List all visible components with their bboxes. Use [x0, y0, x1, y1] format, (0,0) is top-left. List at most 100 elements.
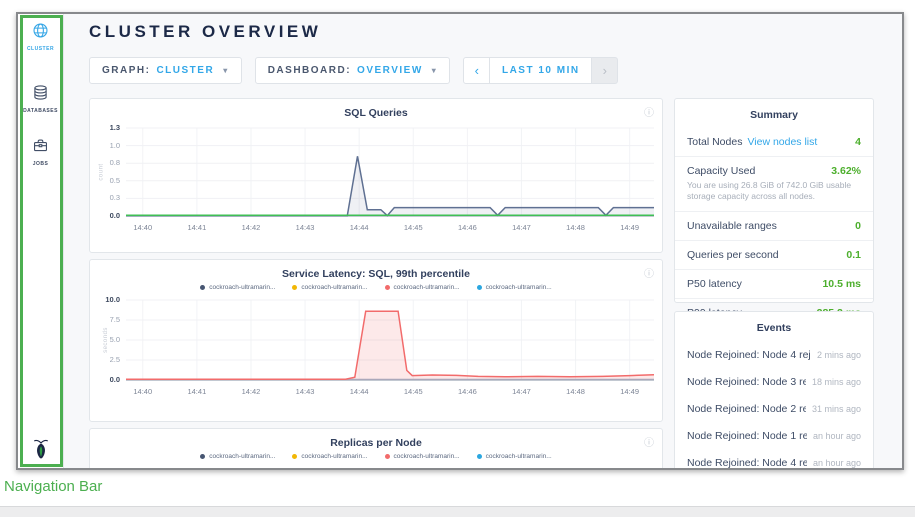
legend-dot: [292, 454, 297, 459]
info-icon[interactable]: ⓘ: [644, 104, 654, 119]
x-tick: 14:42: [242, 223, 261, 232]
graph-dropdown-value: CLUSTER: [156, 65, 214, 76]
sql-queries-plot: [126, 124, 654, 220]
time-range-value[interactable]: LAST 10 MIN: [490, 57, 591, 84]
globe-icon: [32, 22, 49, 44]
legend-dot: [200, 454, 205, 459]
summary-row-total-nodes: Total NodesView nodes list 4: [675, 128, 873, 156]
event-row: Node Rejoined: Node 2 rej... 31 mins ago: [675, 395, 873, 422]
sidebar-item-databases[interactable]: DATABASES: [18, 84, 63, 114]
x-tick: 14:40: [133, 387, 152, 396]
sidebar-item-cluster[interactable]: CLUSTER: [18, 22, 63, 52]
chart-legend: cockroach-ultramarin... cockroach-ultram…: [90, 453, 662, 460]
x-tick: 14:46: [458, 223, 477, 232]
bottom-strip: [0, 506, 915, 517]
sidebar-item-label: JOBS: [33, 161, 49, 167]
x-tick: 14:48: [566, 387, 585, 396]
legend-dot: [385, 454, 390, 459]
chevron-down-icon: ▾: [223, 66, 229, 75]
y-axis-labels: 10.0 7.5 5.0 2.5 0.0: [96, 296, 126, 384]
chevron-left-icon: ‹: [475, 63, 479, 78]
charts-column: SQL Queries ⓘ count 1.3 1.0 0.8 0.5 0.3 …: [89, 98, 663, 468]
y-tick: 0.5: [110, 177, 120, 185]
y-tick: 1.0: [110, 142, 120, 150]
legend-dot: [385, 285, 390, 290]
service-latency-plot: [126, 296, 654, 384]
main-content: CLUSTER OVERVIEW GRAPH: CLUSTER ▾ DASHBO…: [64, 14, 902, 468]
y-tick: 0.8: [110, 159, 120, 167]
event-row: Node Rejoined: Node 3 rej... 18 mins ago: [675, 368, 873, 395]
x-tick: 14:45: [404, 223, 423, 232]
x-tick: 14:41: [187, 387, 206, 396]
controls-bar: GRAPH: CLUSTER ▾ DASHBOARD: OVERVIEW ▾ ‹…: [89, 57, 902, 84]
y-tick: 0.0: [110, 376, 120, 384]
summary-row-capacity-used: Capacity Used 3.62% You are using 26.8 G…: [675, 156, 873, 211]
summary-panel: Summary Total NodesView nodes list 4 Cap…: [674, 98, 874, 303]
x-tick: 14:47: [512, 387, 531, 396]
x-tick: 14:49: [620, 223, 639, 232]
x-tick: 14:49: [620, 387, 639, 396]
x-tick: 14:46: [458, 387, 477, 396]
event-row: Node Rejoined: Node 1 rej... an hour ago: [675, 422, 873, 449]
x-tick: 14:41: [187, 223, 206, 232]
y-tick: 0.3: [110, 194, 120, 202]
capacity-used-subtext: You are using 26.8 GiB of 742.0 GiB usab…: [687, 180, 861, 203]
legend-dot: [292, 285, 297, 290]
database-icon: [32, 84, 49, 106]
page-title: CLUSTER OVERVIEW: [89, 22, 902, 42]
x-tick: 14:43: [296, 387, 315, 396]
legend-dot: [200, 285, 205, 290]
dashboard-dropdown[interactable]: DASHBOARD: OVERVIEW ▾: [255, 57, 451, 84]
x-tick: 14:45: [404, 387, 423, 396]
y-tick: 5.0: [110, 336, 120, 344]
event-row: Node Rejoined: Node 4 rej... an hour ago: [675, 449, 873, 468]
chart-title: SQL Queries: [90, 99, 662, 119]
x-axis-labels: 14:40 14:41 14:42 14:43 14:44 14:45 14:4…: [126, 221, 654, 235]
y-tick: 10.0: [105, 296, 120, 304]
y-tick: 0.0: [110, 212, 120, 220]
x-tick: 14:44: [350, 387, 369, 396]
graph-dropdown-label: GRAPH:: [102, 65, 150, 76]
x-tick: 14:44: [350, 223, 369, 232]
y-axis-unit: seconds: [103, 327, 109, 353]
sidebar-item-jobs[interactable]: JOBS: [18, 137, 63, 167]
y-tick: 7.5: [110, 316, 120, 324]
briefcase-icon: [32, 137, 49, 159]
y-tick: 2.5: [110, 356, 120, 364]
chevron-down-icon: ▾: [432, 66, 438, 75]
dashboard-dropdown-value: OVERVIEW: [357, 65, 423, 76]
right-panel: Summary Total NodesView nodes list 4 Cap…: [674, 98, 874, 468]
chevron-right-icon: ›: [603, 63, 607, 78]
legend-dot: [477, 285, 482, 290]
screenshot-canvas: CLUSTER DATABASES: [0, 0, 915, 517]
time-range-control: ‹ LAST 10 MIN ›: [463, 57, 618, 84]
legend-item: cockroach-ultramarin...: [200, 284, 275, 291]
cockroachdb-logo[interactable]: [18, 437, 63, 461]
time-prev-button[interactable]: ‹: [463, 57, 490, 84]
info-icon[interactable]: ⓘ: [644, 265, 654, 280]
x-tick: 14:40: [133, 223, 152, 232]
chart-legend: cockroach-ultramarin... cockroach-ultram…: [90, 284, 662, 291]
annotation-label: Navigation Bar: [4, 478, 102, 495]
legend-item: cockroach-ultramarin...: [292, 284, 367, 291]
legend-item: cockroach-ultramarin...: [385, 453, 460, 460]
time-next-button[interactable]: ›: [591, 57, 618, 84]
legend-item: cockroach-ultramarin...: [292, 453, 367, 460]
y-tick: 1.3: [110, 124, 120, 132]
summary-title: Summary: [675, 99, 873, 128]
app-window: CLUSTER DATABASES: [16, 12, 904, 470]
events-title: Events: [675, 312, 873, 341]
sidebar-item-label: DATABASES: [23, 108, 58, 114]
event-row: Node Rejoined: Node 4 rej... 2 mins ago: [675, 341, 873, 368]
legend-item: cockroach-ultramarin...: [200, 453, 275, 460]
x-tick: 14:43: [296, 223, 315, 232]
x-axis-labels: 14:40 14:41 14:42 14:43 14:44 14:45 14:4…: [126, 385, 654, 399]
view-nodes-list-link[interactable]: View nodes list: [747, 136, 817, 148]
graph-dropdown[interactable]: GRAPH: CLUSTER ▾: [89, 57, 242, 84]
y-axis-unit: count: [99, 163, 105, 180]
navigation-sidebar: CLUSTER DATABASES: [18, 14, 64, 468]
x-tick: 14:47: [512, 223, 531, 232]
legend-dot: [477, 454, 482, 459]
info-icon[interactable]: ⓘ: [644, 434, 654, 449]
legend-item: cockroach-ultramarin...: [385, 284, 460, 291]
